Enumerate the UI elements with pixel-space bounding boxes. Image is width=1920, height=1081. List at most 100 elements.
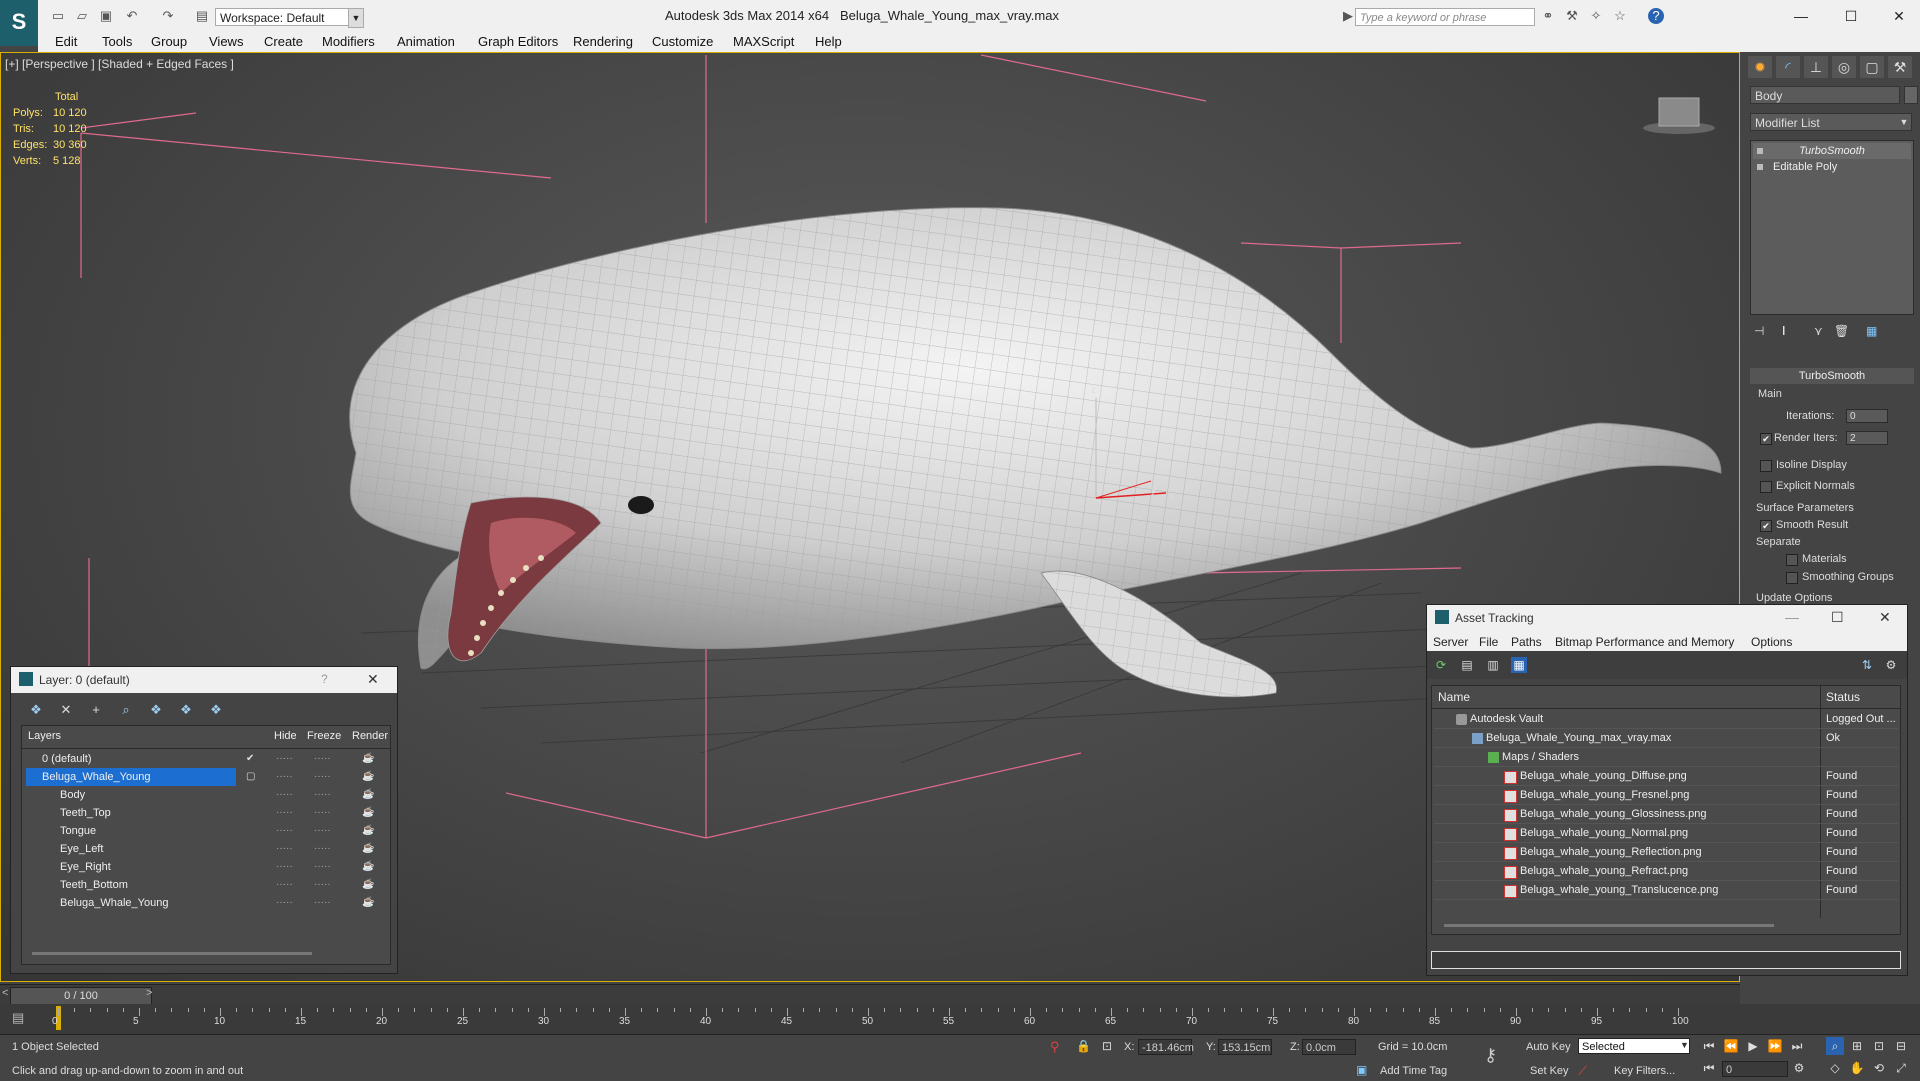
y-coordinate-field[interactable]: 153.15cm <box>1218 1039 1272 1055</box>
refresh-icon[interactable]: ⟳ <box>1433 657 1449 673</box>
chevron-down-icon[interactable]: ▼ <box>1896 113 1912 131</box>
viewport-label[interactable]: [+] [Perspective ] [Shaded + Edged Faces… <box>5 57 234 71</box>
teapot-icon[interactable]: ☕ <box>362 786 374 804</box>
highlight-icon[interactable]: ⇅ <box>1859 657 1875 673</box>
open-file-icon[interactable]: ▱ <box>74 8 90 24</box>
asset-path-field[interactable] <box>1431 951 1901 969</box>
key-mode-toggle-icon[interactable]: ⏮ <box>1700 1059 1718 1077</box>
asset-row[interactable]: Beluga_whale_young_Refract.png Found <box>1434 862 1898 881</box>
menu-graph-editors[interactable]: Graph Editors <box>478 34 558 49</box>
layer-row[interactable]: 0 (default) ✔ ····· ····· ☕ <box>24 750 386 768</box>
layer-row[interactable]: Eye_Right ····· ····· ☕ <box>24 858 386 876</box>
layer-window-title-bar[interactable]: Layer: 0 (default) ? ✕ <box>11 667 397 693</box>
pan-view-icon[interactable]: ✋ <box>1848 1059 1866 1077</box>
list-view-icon[interactable]: ▤ <box>1459 657 1475 673</box>
explicit-normals-checkbox[interactable] <box>1760 481 1772 493</box>
search-input[interactable]: Type a keyword or phrase <box>1355 8 1535 26</box>
time-slider[interactable]: < 0 / 100 > <box>0 984 1740 1005</box>
workspace-dropdown[interactable]: Workspace: Default <box>215 8 355 26</box>
freeze-all-layers-icon[interactable]: ❖ <box>205 701 227 719</box>
menu-group[interactable]: Group <box>151 34 187 49</box>
track-bar[interactable]: ▤ 0 5 10 15 20 25 30 35 40 45 50 55 60 65 70 75 80 85 90 95… <box>0 1004 1920 1034</box>
layer-row[interactable]: Eye_Left ····· ····· ☕ <box>24 840 386 858</box>
go-to-end-icon[interactable]: ⏭ <box>1788 1037 1806 1055</box>
asset-row[interactable]: Beluga_whale_young_Translucence.png Foun… <box>1434 881 1898 900</box>
zoom-extents-icon[interactable]: ⊡ <box>1870 1037 1888 1055</box>
isolate-icon[interactable]: ⚲ <box>1050 1039 1060 1055</box>
communication-center-icon[interactable]: ✧ <box>1588 8 1604 24</box>
menu-customize[interactable]: Customize <box>652 34 713 49</box>
menu-help[interactable]: Help <box>815 34 842 49</box>
chevron-down-icon[interactable]: ▼ <box>348 8 364 28</box>
close-icon[interactable]: ✕ <box>367 671 379 688</box>
selection-set-dropdown[interactable]: Selected <box>1578 1038 1690 1054</box>
maximize-viewport-icon[interactable]: ⤢ <box>1892 1059 1910 1077</box>
teapot-icon[interactable]: ☕ <box>362 768 374 786</box>
create-layer-icon[interactable]: ❖ <box>25 701 47 719</box>
app-logo-icon[interactable]: S <box>0 0 38 46</box>
menu-maxscript[interactable]: MAXScript <box>733 34 794 49</box>
z-coordinate-field[interactable]: 0.0cm <box>1302 1039 1356 1055</box>
modifier-list-dropdown[interactable]: Modifier List <box>1750 113 1912 131</box>
subscription-icon[interactable]: ⚒ <box>1564 8 1580 24</box>
smoothing-groups-checkbox[interactable] <box>1786 572 1798 584</box>
set-key-button[interactable]: Set Key <box>1530 1065 1569 1077</box>
menu-bitmap-performance[interactable]: Bitmap Performance and Memory <box>1555 635 1734 649</box>
menu-modifiers[interactable]: Modifiers <box>322 34 375 49</box>
hide-all-layers-icon[interactable]: ❖ <box>175 701 197 719</box>
minimize-icon[interactable]: — <box>1786 4 1816 28</box>
table-view-icon[interactable]: ▦ <box>1511 657 1527 673</box>
turbosmooth-rollout-title[interactable]: TurboSmooth <box>1750 368 1914 384</box>
menu-edit[interactable]: Edit <box>55 34 77 49</box>
close-icon[interactable]: ✕ <box>1879 609 1891 626</box>
highlight-layer-icon[interactable]: ❖ <box>145 701 167 719</box>
next-frame-icon[interactable]: ⏩ <box>1766 1037 1784 1055</box>
layer-row[interactable]: Beluga_Whale_Young ▢ ····· ····· ☕ <box>24 768 386 786</box>
new-file-icon[interactable]: ▭ <box>50 8 66 24</box>
lock-selection-icon[interactable]: 🔒 <box>1076 1039 1091 1053</box>
lightbulb-icon[interactable] <box>1757 148 1763 154</box>
add-to-layer-icon[interactable]: + <box>85 701 107 719</box>
play-icon[interactable]: ▶ <box>1744 1037 1762 1055</box>
render-iters-checkbox[interactable]: ✔ <box>1760 433 1772 445</box>
layer-row[interactable]: Beluga_Whale_Young ····· ····· ☕ <box>24 894 386 912</box>
undo-icon[interactable]: ↶ <box>124 8 140 24</box>
asset-row[interactable]: Beluga_whale_young_Normal.png Found <box>1434 824 1898 843</box>
detail-view-icon[interactable]: ▥ <box>1485 657 1501 673</box>
orbit-icon[interactable]: ⟲ <box>1870 1059 1888 1077</box>
auto-key-button[interactable]: Auto Key <box>1526 1041 1571 1053</box>
maximize-icon[interactable]: ☐ <box>1836 4 1866 28</box>
hierarchy-tab-icon[interactable]: ⊥ <box>1804 56 1828 78</box>
layers-column-header[interactable]: Layers <box>28 730 61 742</box>
menu-views[interactable]: Views <box>209 34 243 49</box>
menu-animation[interactable]: Animation <box>397 34 455 49</box>
layer-row[interactable]: Body ····· ····· ☕ <box>24 786 386 804</box>
horizontal-scrollbar[interactable] <box>32 952 312 955</box>
horizontal-scrollbar[interactable] <box>1444 924 1774 927</box>
teapot-icon[interactable]: ☕ <box>362 858 374 876</box>
update-options-label[interactable]: Update Options <box>1756 592 1832 604</box>
close-icon[interactable]: ✕ <box>1884 4 1914 28</box>
freeze-column-header[interactable]: Freeze <box>307 730 341 742</box>
menu-tools[interactable]: Tools <box>102 34 132 49</box>
add-time-tag-button[interactable]: Add Time Tag <box>1380 1065 1447 1077</box>
object-color-swatch[interactable] <box>1904 86 1918 104</box>
key-icon[interactable]: ⚷ <box>1484 1045 1497 1066</box>
teapot-icon[interactable]: ☕ <box>362 750 374 768</box>
save-file-icon[interactable]: ▣ <box>98 8 114 24</box>
asset-row[interactable]: Autodesk Vault Logged Out ... <box>1434 710 1898 729</box>
delete-layer-icon[interactable]: ✕ <box>55 701 77 719</box>
asset-row[interactable]: Beluga_whale_young_Reflection.png Found <box>1434 843 1898 862</box>
stack-item-editable-poly[interactable]: Editable Poly <box>1753 159 1911 175</box>
object-name-field[interactable]: Body <box>1750 86 1900 104</box>
minimize-icon[interactable]: — <box>1785 609 1799 625</box>
asset-row[interactable]: Beluga_whale_young_Fresnel.png Found <box>1434 786 1898 805</box>
display-tab-icon[interactable]: ▢ <box>1860 56 1884 78</box>
options-icon[interactable]: ⚙ <box>1883 657 1899 673</box>
favorites-star-icon[interactable]: ☆ <box>1612 8 1628 24</box>
asset-row[interactable]: Beluga_whale_young_Glossiness.png Found <box>1434 805 1898 824</box>
render-column-header[interactable]: Render <box>352 730 388 742</box>
pin-stack-icon[interactable]: ⊣ <box>1754 324 1764 338</box>
help-icon[interactable]: ? <box>1648 8 1664 24</box>
teapot-icon[interactable]: ☕ <box>362 840 374 858</box>
